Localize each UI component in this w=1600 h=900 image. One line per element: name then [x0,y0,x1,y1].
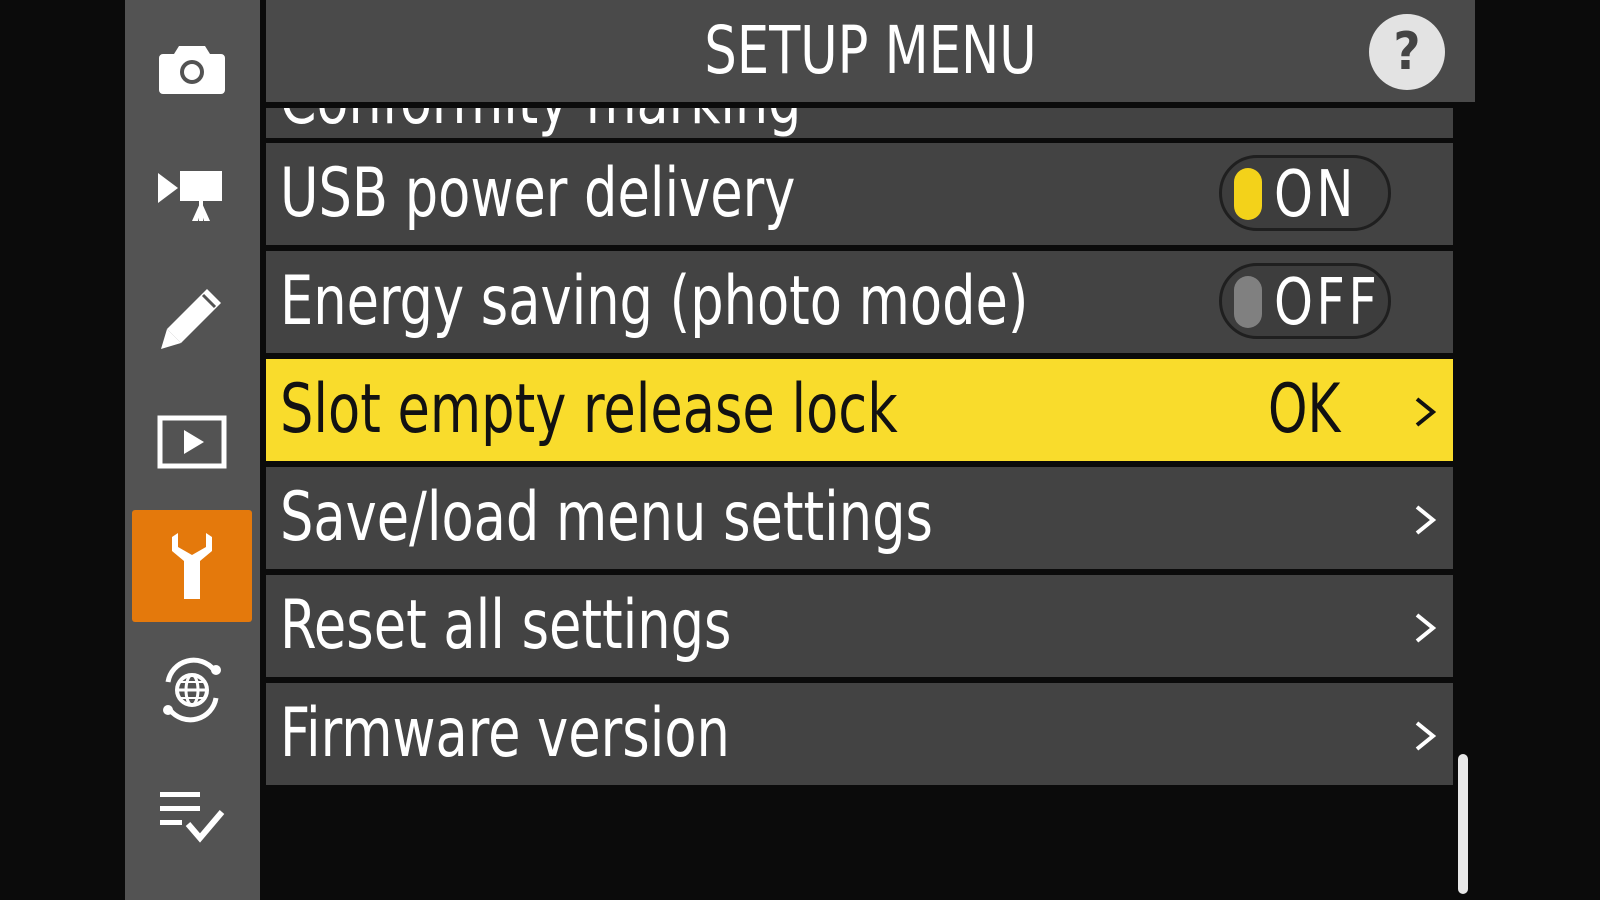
menu-item-slot-empty-release-lock[interactable]: Slot empty release lock OK [266,359,1453,461]
playback-icon [157,415,227,469]
menu-item-usb-power-delivery[interactable]: USB power delivery ON [266,143,1453,245]
menu-item-energy-saving[interactable]: Energy saving (photo mode) OFF [266,251,1453,353]
page-title: SETUP MENU [704,12,1037,89]
menu-item-label: Reset all settings [280,586,732,665]
usb-power-delivery-toggle[interactable]: ON [1219,155,1391,231]
camera-screen: SETUP MENU ? Conformity marking USB powe… [0,0,1600,900]
menu-item-label: Slot empty release lock [280,370,898,449]
movie-camera-icon [158,171,222,221]
chevron-right-icon [1411,719,1439,753]
menu-item-value: OK [1268,370,1341,449]
energy-saving-toggle[interactable]: OFF [1219,263,1391,339]
menu-item-label: Energy saving (photo mode) [280,262,1029,341]
tab-my-menu[interactable] [132,760,252,872]
help-button[interactable]: ? [1369,14,1445,90]
network-icon [163,657,221,723]
toggle-knob [1234,276,1262,328]
toggle-state: ON [1274,158,1357,232]
toggle-state: OFF [1274,266,1381,340]
tab-video-recording[interactable] [132,138,252,250]
wrench-icon [172,533,212,599]
my-menu-icon [160,792,225,843]
tab-playback[interactable] [132,386,252,498]
menu-item-label: Firmware version [280,694,730,773]
chevron-right-icon [1411,611,1439,645]
setup-menu-list: Conformity marking USB power delivery ON… [266,108,1453,791]
menu-item-label: USB power delivery [280,154,796,233]
pencil-icon [161,289,221,349]
chevron-right-icon [1411,395,1439,429]
menu-item-label: Save/load menu settings [280,478,933,557]
menu-item-save-load-menu-settings[interactable]: Save/load menu settings [266,467,1453,569]
tab-network[interactable] [132,634,252,746]
menu-item-label: Conformity marking [280,108,801,138]
toggle-knob [1234,168,1262,220]
tab-custom-settings[interactable] [132,262,252,374]
tab-photo-shooting[interactable] [132,12,252,124]
tab-setup[interactable] [132,510,252,622]
menu-item-firmware-version[interactable]: Firmware version [266,683,1453,785]
menu-item-reset-all-settings[interactable]: Reset all settings [266,575,1453,677]
menu-header: SETUP MENU ? [266,0,1475,102]
menu-tabs [125,0,260,900]
scrollbar[interactable] [1458,754,1468,894]
chevron-right-icon [1411,503,1439,537]
camera-icon [159,46,225,94]
menu-item-conformity-marking[interactable]: Conformity marking [266,108,1453,138]
